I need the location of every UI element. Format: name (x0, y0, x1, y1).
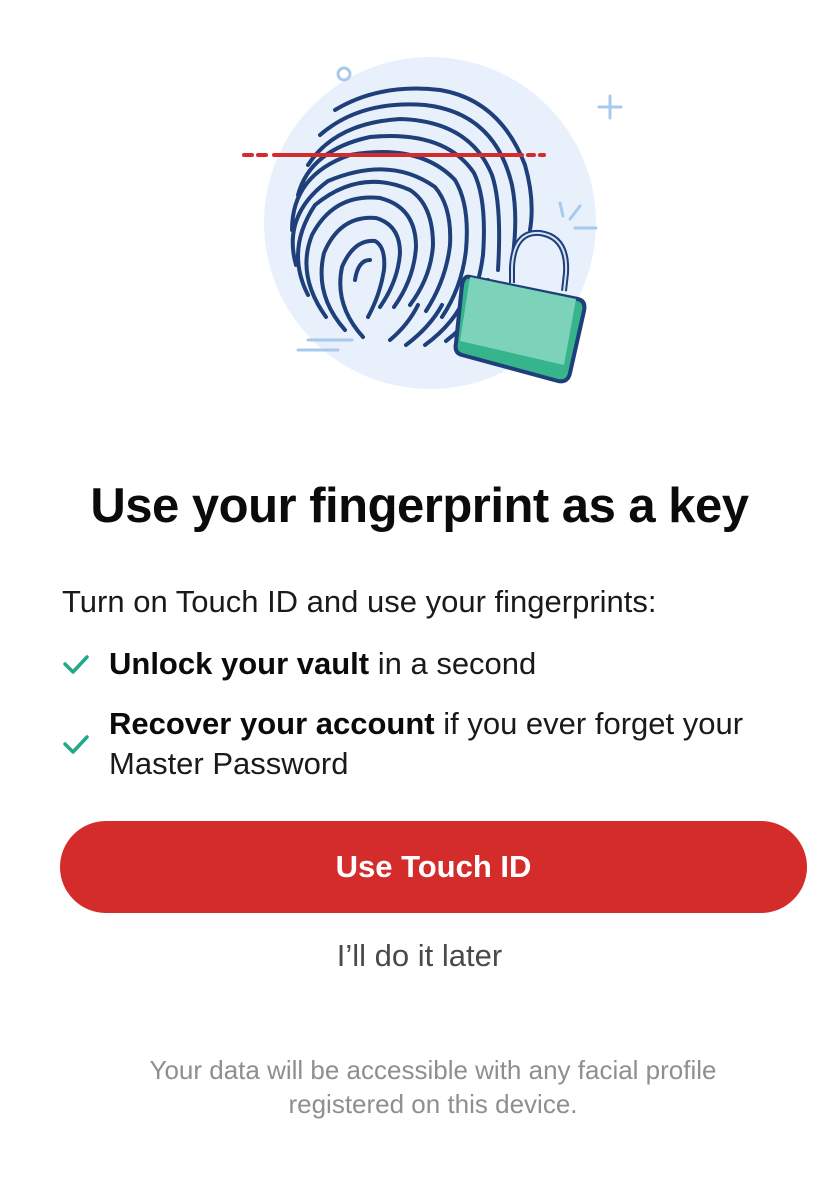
feature-bold: Unlock your vault (109, 646, 370, 681)
do-it-later-button[interactable]: I’ll do it later (0, 938, 839, 974)
page-title: Use your fingerprint as a key (90, 479, 749, 533)
fingerprint-icon (242, 57, 623, 389)
feature-unlock-vault: Unlock your vault in a second (62, 644, 822, 684)
disclaimer-text: Your data will be accessible with any fa… (149, 1055, 717, 1119)
feature-text: Unlock your vault in a second (109, 644, 536, 684)
feature-recover-account: Recover your account if you ever forget … (62, 704, 822, 784)
feature-bold: Recover your account (109, 706, 435, 741)
intro-text: Turn on Touch ID and use your fingerprin… (62, 584, 657, 619)
check-icon (63, 655, 89, 674)
check-icon (63, 735, 89, 754)
fingerprint-lock-illustration (230, 55, 630, 400)
feature-rest: in a second (369, 646, 537, 681)
feature-text: Recover your account if you ever forget … (109, 704, 822, 784)
use-touch-id-button[interactable]: Use Touch ID (60, 821, 807, 913)
